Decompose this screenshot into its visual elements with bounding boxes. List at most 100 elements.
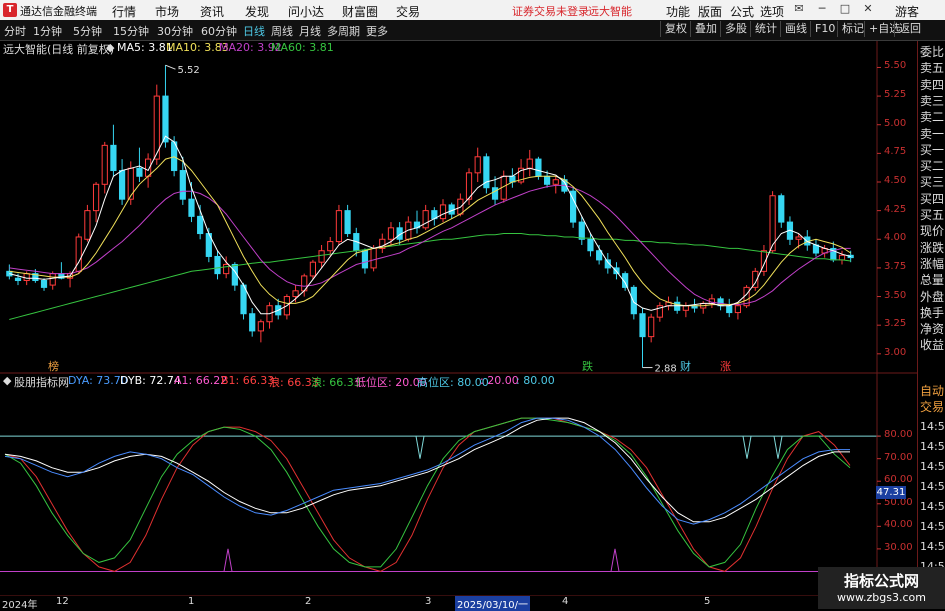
side-panel-item[interactable]: 自动: [920, 384, 945, 398]
side-panel-item[interactable]: 14:56: [920, 460, 945, 474]
candle-body: [361, 250, 369, 269]
indicator-current-value: 47.31: [876, 486, 906, 499]
side-panel-item[interactable]: 委比: [920, 45, 945, 59]
price-tick-label: 4.75: [884, 146, 907, 158]
btn-mark[interactable]: 标记: [837, 21, 864, 37]
side-panel-item[interactable]: 14:56: [920, 420, 945, 434]
side-panel-item[interactable]: 净资: [920, 322, 945, 336]
menu-options[interactable]: 选项: [760, 3, 784, 20]
menu-quotes[interactable]: 行情: [112, 3, 136, 20]
period-more[interactable]: 更多: [366, 23, 388, 39]
time-label: 3: [425, 596, 432, 607]
quote-side-panel: 委比卖五卖四卖三卖二卖一买一买二买三买四买五现价涨跌涨幅总量外盘换手净资收益自动…: [917, 41, 945, 609]
side-panel-item[interactable]: 卖一: [920, 127, 945, 141]
indicator-tick-label: 30.00: [884, 541, 913, 553]
side-panel-item[interactable]: 交易: [920, 400, 945, 414]
candle-body: [630, 286, 637, 315]
menu-formula[interactable]: 公式: [730, 3, 754, 20]
side-panel-item[interactable]: 外盘: [920, 290, 945, 304]
period-15min[interactable]: 15分钟: [113, 23, 149, 39]
side-panel-item[interactable]: 涨幅: [920, 257, 945, 271]
side-panel-item[interactable]: 买五: [920, 208, 945, 222]
candle-body: [526, 158, 533, 169]
time-label: 1: [188, 596, 195, 607]
signal-spike: [773, 436, 783, 459]
candle-body: [84, 210, 91, 240]
side-panel-item[interactable]: 14:56: [920, 540, 945, 554]
dya-line: [4, 417, 850, 525]
period-1min[interactable]: 1分钟: [33, 23, 62, 39]
app-name: 通达信金融终端: [20, 5, 97, 18]
menu-layout[interactable]: 版面: [698, 3, 722, 20]
period-toolbar: 分时 1分钟 5分钟 15分钟 30分钟 60分钟 日线 周线 月线 多周期 更…: [0, 20, 945, 41]
event-mark: 榜: [48, 359, 59, 373]
side-panel-item[interactable]: 买四: [920, 192, 945, 206]
btn-multistock[interactable]: 多股: [720, 21, 747, 37]
menu-discover[interactable]: 发现: [245, 3, 269, 20]
period-daily[interactable]: 日线: [243, 23, 265, 39]
price-tick-label: 4.50: [884, 175, 907, 186]
side-panel-item[interactable]: 涨跌: [920, 241, 945, 255]
menu-wealth[interactable]: 财富圈: [342, 3, 378, 20]
chart-area[interactable]: 5.522.88榜跌财涨: [0, 41, 917, 609]
candle-body: [214, 255, 221, 275]
btn-rights[interactable]: 复权: [660, 21, 687, 37]
side-panel-item[interactable]: 买一: [920, 143, 945, 157]
btn-back[interactable]: 返回: [894, 21, 921, 37]
side-panel-item[interactable]: 现价: [920, 224, 945, 238]
period-monthly[interactable]: 月线: [299, 23, 321, 39]
period-5min[interactable]: 5分钟: [73, 23, 102, 39]
btn-stats[interactable]: 统计: [750, 21, 777, 37]
close-icon[interactable]: ✕: [861, 2, 875, 16]
side-panel-item[interactable]: 14:56: [920, 440, 945, 454]
side-panel-item[interactable]: 14:56: [920, 520, 945, 534]
candle-body: [257, 321, 264, 332]
candle-body: [370, 247, 377, 269]
candle-body: [439, 204, 447, 220]
period-multi[interactable]: 多周期: [327, 23, 360, 39]
time-label: 2: [305, 596, 312, 607]
event-mark: 跌: [582, 359, 593, 373]
stock-name-title: 远大智能: [588, 5, 632, 18]
btn-f10[interactable]: F10: [810, 21, 835, 37]
menu-function[interactable]: 功能: [666, 3, 690, 20]
side-panel-item[interactable]: 买三: [920, 175, 945, 189]
login-warning[interactable]: 证券交易未登录: [512, 3, 589, 19]
side-panel-item[interactable]: 换手: [920, 306, 945, 320]
price-tick-label: 4.00: [884, 232, 907, 244]
side-panel-item[interactable]: 14:56: [920, 480, 945, 494]
price-tick-label: 3.00: [884, 346, 907, 358]
price-tick-label: 3.75: [884, 260, 907, 272]
indicator-tick-label: 70.00: [884, 451, 913, 463]
message-icon[interactable]: ✉: [792, 2, 806, 16]
side-panel-item[interactable]: 总量: [920, 273, 945, 287]
minimize-icon[interactable]: ─: [815, 2, 829, 16]
candle-body: [387, 227, 395, 240]
candle-body: [309, 261, 317, 277]
period-tick[interactable]: 分时: [4, 23, 26, 39]
menu-market[interactable]: 市场: [155, 3, 179, 20]
price-tick-label: 3.25: [884, 318, 907, 330]
side-panel-item[interactable]: 买二: [920, 159, 945, 173]
side-panel-item[interactable]: 卖二: [920, 110, 945, 124]
user-guest[interactable]: 游客: [895, 3, 919, 20]
btn-draw[interactable]: 画线: [780, 21, 807, 37]
event-mark: 涨: [720, 360, 731, 373]
candle-body: [127, 167, 134, 200]
side-panel-item[interactable]: 收益: [920, 338, 945, 352]
side-panel-item[interactable]: 卖三: [920, 94, 945, 108]
menu-news[interactable]: 资讯: [200, 3, 224, 20]
menu-trade[interactable]: 交易: [396, 3, 420, 20]
menu-ask[interactable]: 问小达: [288, 3, 324, 20]
side-panel-item[interactable]: 卖四: [920, 78, 945, 92]
side-panel-item[interactable]: 14:56: [920, 500, 945, 514]
candle-body: [118, 170, 126, 200]
period-weekly[interactable]: 周线: [271, 23, 293, 39]
period-30min[interactable]: 30分钟: [157, 23, 193, 39]
side-panel-item[interactable]: 卖五: [920, 61, 945, 75]
maximize-icon[interactable]: □: [838, 2, 852, 16]
period-60min[interactable]: 60分钟: [201, 23, 237, 39]
btn-overlay[interactable]: 叠加: [690, 21, 717, 37]
ma60-line: [9, 233, 851, 320]
signal-spike: [415, 436, 425, 459]
